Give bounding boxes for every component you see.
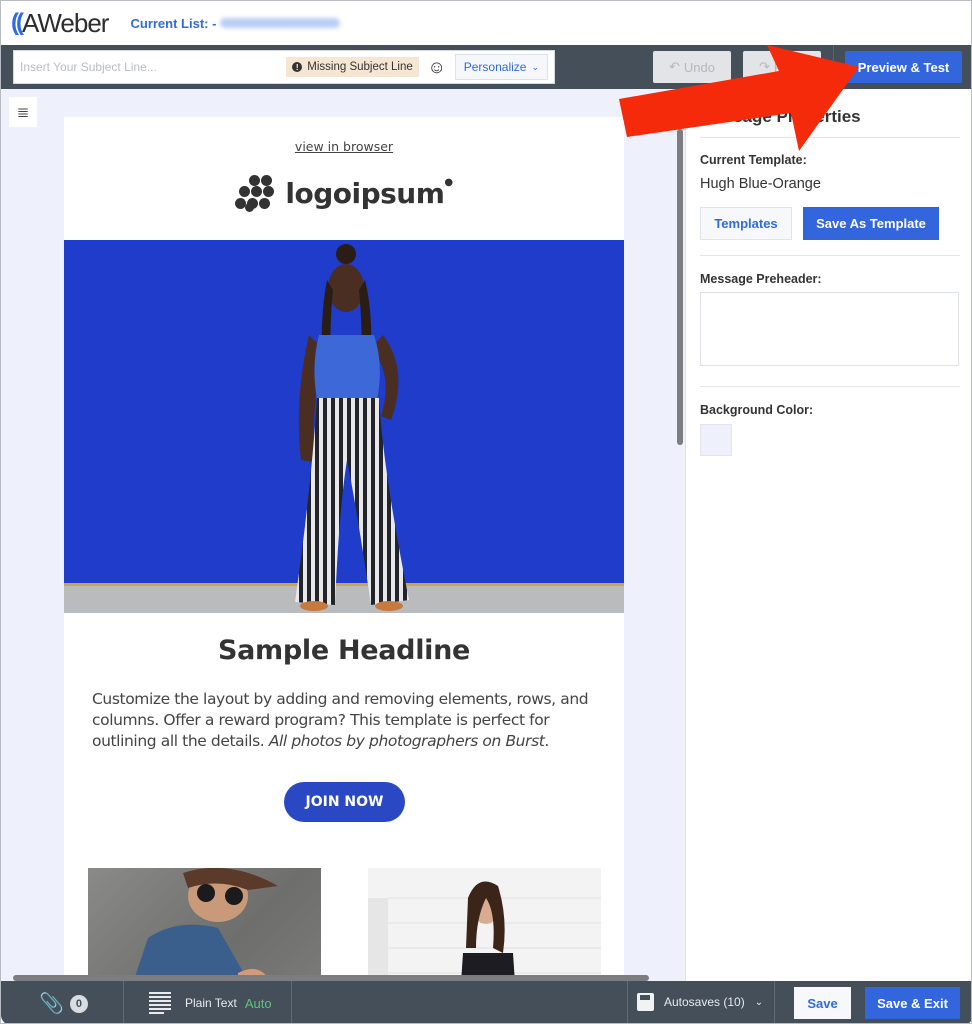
undo-label: Undo bbox=[683, 59, 715, 75]
save-and-exit-button[interactable]: Save & Exit bbox=[865, 987, 960, 1019]
hero-image[interactable] bbox=[64, 240, 624, 613]
divider bbox=[700, 386, 960, 387]
plain-text-icon bbox=[149, 992, 171, 1014]
divider bbox=[123, 981, 124, 1023]
join-now-button[interactable]: JOIN NOW bbox=[284, 782, 405, 822]
attachments-button[interactable]: 📎 0 bbox=[39, 991, 88, 1016]
current-list-name-redacted bbox=[220, 18, 341, 28]
top-header: (( AWeber Current List: - bbox=[1, 1, 971, 45]
bottom-bar: 📎 0 Plain Text Auto Autosaves (10) ⌄ Sav… bbox=[1, 981, 971, 1023]
save-as-template-button[interactable]: Save As Template bbox=[803, 207, 939, 240]
chevron-down-icon: ⌄ bbox=[754, 996, 764, 1008]
divider bbox=[774, 981, 775, 1023]
floppy-disk-icon bbox=[637, 993, 654, 1011]
email-canvas: ≣ view in browser logoipsum● Sample Head… bbox=[1, 89, 685, 998]
aweber-message-editor: (( AWeber Current List: - ! Missing Subj… bbox=[0, 0, 972, 1024]
autosaves-dropdown[interactable]: Autosaves (10) ⌄ bbox=[637, 993, 763, 1011]
missing-subject-badge: ! Missing Subject Line bbox=[286, 57, 419, 77]
plain-text-mode: Auto bbox=[244, 995, 272, 1011]
templates-button[interactable]: Templates bbox=[700, 207, 792, 240]
personalize-dropdown[interactable]: Personalize ⌄ bbox=[454, 54, 548, 80]
subject-line-field: ! Missing Subject Line ☺ Personalize ⌄ bbox=[13, 50, 555, 84]
hero-person-figure bbox=[295, 244, 409, 611]
redo-button[interactable]: ↷ Redo bbox=[743, 51, 821, 83]
sidebar-toggle-icon[interactable]: ≣ bbox=[9, 97, 37, 127]
divider bbox=[627, 981, 628, 1023]
personalize-label: Personalize bbox=[463, 60, 527, 74]
undo-icon: ↶ bbox=[669, 59, 680, 74]
undo-button[interactable]: ↶ Undo bbox=[653, 51, 731, 83]
current-list[interactable]: Current List: - bbox=[130, 15, 341, 31]
redo-label: Redo bbox=[773, 59, 805, 75]
save-button[interactable]: Save bbox=[794, 987, 851, 1019]
email-preview: view in browser logoipsum● Sample Headli… bbox=[64, 117, 624, 998]
subject-line-input[interactable] bbox=[14, 51, 287, 83]
email-body-text[interactable]: Customize the layout by adding and remov… bbox=[92, 689, 592, 752]
emoji-picker-icon[interactable]: ☺ bbox=[427, 57, 447, 77]
current-template-value: Hugh Blue-Orange bbox=[700, 176, 821, 192]
paperclip-icon: 📎 bbox=[39, 993, 64, 1015]
autosaves-label: Autosaves (10) bbox=[664, 995, 745, 1009]
divider bbox=[291, 981, 292, 1023]
message-preheader-label: Message Preheader: bbox=[700, 272, 822, 286]
current-list-label: Current List: - bbox=[130, 15, 217, 31]
background-color-label: Background Color: bbox=[700, 403, 814, 417]
toolbar-divider bbox=[833, 45, 834, 89]
logoipsum-icon bbox=[235, 173, 275, 213]
plain-text-toggle[interactable]: Plain Text Auto bbox=[149, 992, 272, 1014]
plain-text-label: Plain Text bbox=[185, 996, 237, 1010]
background-color-swatch[interactable] bbox=[700, 424, 732, 456]
message-properties-panel: Message Properties Current Template: Hug… bbox=[685, 89, 971, 981]
attachments-count: 0 bbox=[69, 994, 88, 1013]
panel-title: Message Properties bbox=[700, 107, 861, 126]
redo-icon: ↷ bbox=[759, 59, 770, 74]
burst-link[interactable]: Burst bbox=[505, 732, 544, 750]
vertical-scrollbar[interactable] bbox=[677, 129, 683, 445]
message-preheader-input[interactable] bbox=[700, 292, 959, 366]
aweber-logo[interactable]: (( AWeber bbox=[11, 7, 109, 39]
divider bbox=[700, 137, 960, 138]
brand-logo[interactable]: logoipsum● bbox=[64, 173, 624, 213]
aweber-logo-icon: (( bbox=[11, 9, 24, 36]
aweber-logo-text: AWeber bbox=[21, 7, 109, 38]
chevron-down-icon: ⌄ bbox=[531, 61, 539, 72]
alert-icon: ! bbox=[292, 62, 303, 72]
missing-subject-text: Missing Subject Line bbox=[307, 61, 413, 73]
current-template-label: Current Template: bbox=[700, 153, 807, 167]
view-in-browser-link[interactable]: view in browser bbox=[64, 139, 624, 154]
divider bbox=[700, 255, 960, 256]
email-headline[interactable]: Sample Headline bbox=[64, 635, 624, 666]
editor-toolbar: ! Missing Subject Line ☺ Personalize ⌄ ↶… bbox=[1, 45, 971, 89]
preview-and-test-button[interactable]: Preview & Test bbox=[845, 51, 962, 83]
brand-name: logoipsum● bbox=[285, 176, 453, 210]
